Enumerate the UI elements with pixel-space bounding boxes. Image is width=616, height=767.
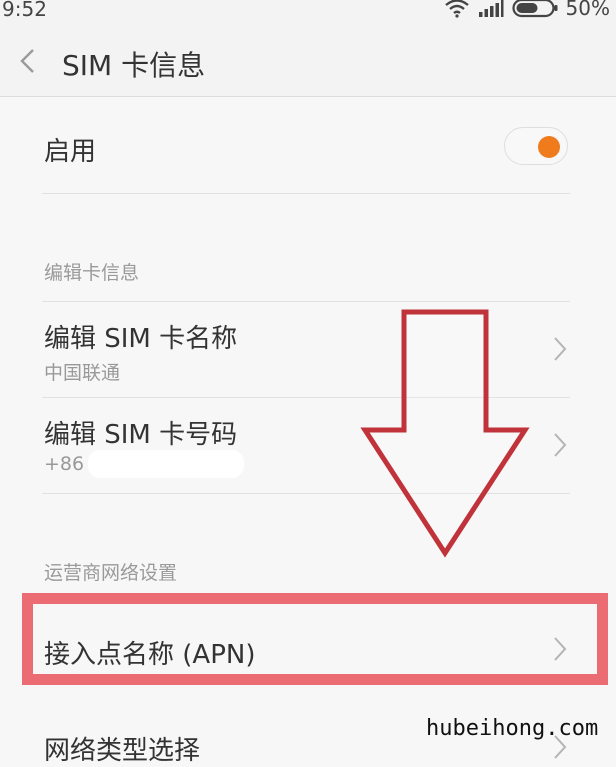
- carrier-name: 中国联通: [44, 362, 121, 384]
- apn-highlight-box: [22, 593, 608, 685]
- enable-label: 启用: [44, 137, 97, 167]
- wifi-icon: [444, 0, 469, 18]
- network-type-label: 网络类型选择: [44, 736, 201, 766]
- chevron-left-icon[interactable]: [18, 48, 38, 74]
- edit-sim-name-label: 编辑 SIM 卡名称: [44, 324, 238, 354]
- battery-percent: 50%: [565, 0, 610, 20]
- enable-toggle[interactable]: [504, 127, 568, 165]
- divider: [42, 493, 570, 494]
- status-time: 9:52: [2, 0, 47, 21]
- phone-number: +86: [44, 453, 85, 475]
- battery-icon: [511, 0, 558, 18]
- page-title: SIM 卡信息: [62, 49, 206, 82]
- title-bar: SIM 卡信息: [0, 24, 616, 97]
- edit-sim-number-label: 编辑 SIM 卡号码: [44, 420, 238, 450]
- signal-icon: [478, 0, 504, 17]
- status-icons: 50%: [444, 0, 610, 20]
- divider: [42, 193, 570, 194]
- divider: [42, 397, 570, 398]
- divider: [42, 301, 570, 302]
- status-bar: 9:52 50%: [0, 0, 616, 24]
- chevron-right-icon: [554, 433, 567, 457]
- redacted-number: [88, 450, 244, 478]
- chevron-right-icon: [554, 337, 567, 361]
- watermark-text: hubeihong.com: [426, 716, 599, 741]
- section-header-network: 运营商网络设置: [44, 562, 178, 584]
- toggle-knob: [538, 136, 560, 158]
- section-header-edit: 编辑卡信息: [44, 262, 140, 284]
